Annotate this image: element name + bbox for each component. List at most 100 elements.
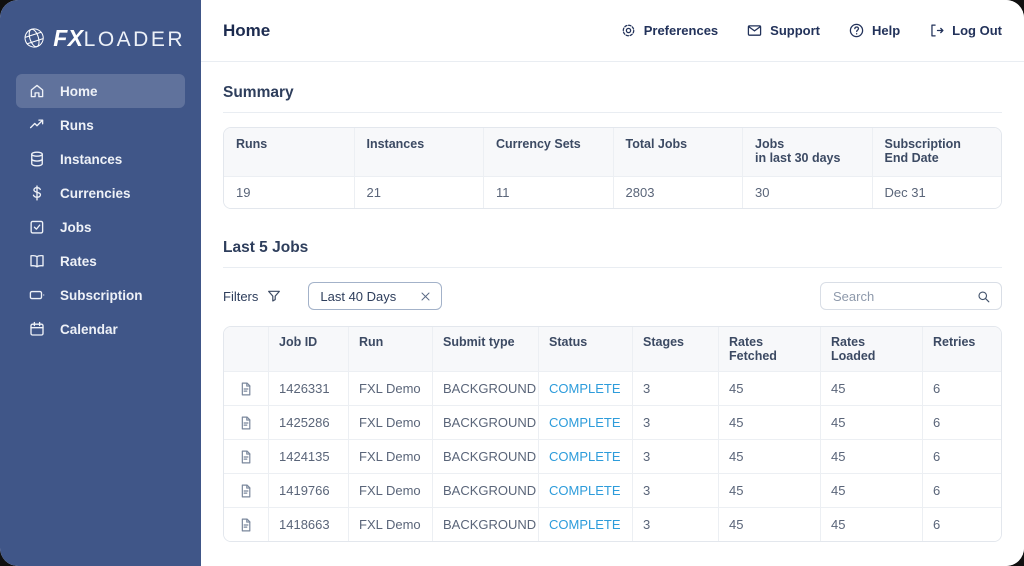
summary-col-header: Subscription End Date xyxy=(872,128,1002,176)
action-label: Preferences xyxy=(644,23,718,38)
job-status-link[interactable]: COMPLETE xyxy=(538,473,632,507)
logout-icon xyxy=(928,22,945,39)
job-stages-cell: 3 xyxy=(632,473,718,507)
job-doc-cell xyxy=(224,371,268,405)
action-label: Log Out xyxy=(952,23,1002,38)
job-rates-fetched-cell: 45 xyxy=(718,371,820,405)
job-retries-cell: 6 xyxy=(922,405,1002,439)
job-id-cell: 1426331 xyxy=(268,371,348,405)
filter-chip[interactable]: Last 40 Days xyxy=(308,282,442,310)
sidebar-item-home[interactable]: Home xyxy=(16,74,185,108)
search-input[interactable] xyxy=(831,288,976,305)
job-rates-loaded-cell: 45 xyxy=(820,371,922,405)
job-retries-cell: 6 xyxy=(922,371,1002,405)
sidebar-item-calendar[interactable]: Calendar xyxy=(16,312,185,346)
job-retries-cell: 6 xyxy=(922,439,1002,473)
jobs-table-wrap: Job IDRunSubmit typeStatusStagesRates Fe… xyxy=(223,326,1002,542)
table-row: 1425286FXL DemoBACKGROUNDCOMPLETE345456 xyxy=(224,405,1002,439)
brand-name: FX LOADER xyxy=(53,25,185,52)
summary-col-header: Instances xyxy=(354,128,484,176)
support-button[interactable]: Support xyxy=(746,22,820,39)
jobs-col-header: Stages xyxy=(632,327,718,371)
file-icon[interactable] xyxy=(238,381,254,397)
sidebar-item-currencies[interactable]: Currencies xyxy=(16,176,185,210)
action-label: Help xyxy=(872,23,900,38)
sidebar-item-runs[interactable]: Runs xyxy=(16,108,185,142)
app-window: FX LOADER HomeRunsInstancesCurrenciesJob… xyxy=(0,0,1024,566)
summary-table-wrap: RunsInstancesCurrency SetsTotal JobsJobs… xyxy=(223,127,1002,209)
sidebar-item-rates[interactable]: Rates xyxy=(16,244,185,278)
file-icon[interactable] xyxy=(238,449,254,465)
job-status-link[interactable]: COMPLETE xyxy=(538,405,632,439)
sidebar-item-label: Subscription xyxy=(60,288,143,303)
job-status-link[interactable]: COMPLETE xyxy=(538,439,632,473)
jobs-col-header: Status xyxy=(538,327,632,371)
sidebar-item-jobs[interactable]: Jobs xyxy=(16,210,185,244)
close-icon[interactable] xyxy=(419,290,432,303)
jobs-col-header: Retries xyxy=(922,327,1002,371)
summary-value-row: 192111280330Dec 31 xyxy=(224,176,1001,208)
job-submit-type-cell: BACKGROUND xyxy=(432,507,538,541)
job-rates-loaded-cell: 45 xyxy=(820,507,922,541)
file-icon[interactable] xyxy=(238,517,254,533)
table-row: 1426331FXL DemoBACKGROUNDCOMPLETE345456 xyxy=(224,371,1002,405)
file-icon[interactable] xyxy=(238,415,254,431)
main-panel: Home PreferencesSupportHelpLog Out Summa… xyxy=(201,0,1024,566)
funnel-icon[interactable] xyxy=(266,288,282,304)
topbar-actions: Preferences Support Help Log Out xyxy=(620,22,1002,39)
dollar-icon xyxy=(28,184,46,202)
job-rates-loaded-cell: 45 xyxy=(820,473,922,507)
job-rates-loaded-cell: 45 xyxy=(820,405,922,439)
gear-icon xyxy=(620,22,637,39)
summary-header-row: RunsInstancesCurrency SetsTotal JobsJobs… xyxy=(224,128,1001,176)
help-button[interactable]: Help xyxy=(848,22,900,39)
jobs-table: Job IDRunSubmit typeStatusStagesRates Fe… xyxy=(224,327,1002,541)
jobs-header-row: Job IDRunSubmit typeStatusStagesRates Fe… xyxy=(224,327,1002,371)
sidebar-item-label: Currencies xyxy=(60,186,131,201)
card-icon xyxy=(28,286,46,304)
job-run-cell: FXL Demo xyxy=(348,473,432,507)
job-id-cell: 1425286 xyxy=(268,405,348,439)
sidebar-item-subscription[interactable]: Subscription xyxy=(16,278,185,312)
globe-icon xyxy=(22,22,46,54)
job-run-cell: FXL Demo xyxy=(348,507,432,541)
envelope-icon xyxy=(746,22,763,39)
file-icon[interactable] xyxy=(238,483,254,499)
job-id-cell: 1419766 xyxy=(268,473,348,507)
summary-value: 2803 xyxy=(613,176,743,208)
sidebar-item-label: Jobs xyxy=(60,220,92,235)
brand-name-light: LOADER xyxy=(84,28,185,52)
job-id-cell: 1418663 xyxy=(268,507,348,541)
job-stages-cell: 3 xyxy=(632,507,718,541)
job-id-cell: 1424135 xyxy=(268,439,348,473)
jobs-section: Last 5 Jobs Filters Last 40 Days xyxy=(223,233,1002,542)
filter-chip-label: Last 40 Days xyxy=(320,289,396,304)
job-submit-type-cell: BACKGROUND xyxy=(432,439,538,473)
preferences-button[interactable]: Preferences xyxy=(620,22,718,39)
book-icon xyxy=(28,252,46,270)
job-rates-fetched-cell: 45 xyxy=(718,473,820,507)
summary-value: 30 xyxy=(742,176,872,208)
calendar-icon xyxy=(28,320,46,338)
job-rates-loaded-cell: 45 xyxy=(820,439,922,473)
job-retries-cell: 6 xyxy=(922,507,1002,541)
job-stages-cell: 3 xyxy=(632,405,718,439)
job-rates-fetched-cell: 45 xyxy=(718,439,820,473)
jobs-title: Last 5 Jobs xyxy=(223,233,1002,268)
brand-name-bold: FX xyxy=(53,25,83,52)
table-row: 1418663FXL DemoBACKGROUNDCOMPLETE345456 xyxy=(224,507,1002,541)
search-box xyxy=(820,282,1002,310)
sidebar-item-instances[interactable]: Instances xyxy=(16,142,185,176)
log-out-button[interactable]: Log Out xyxy=(928,22,1002,39)
jobs-col-header: Rates Fetched xyxy=(718,327,820,371)
summary-col-header: Currency Sets xyxy=(483,128,613,176)
jobs-col-header: Submit type xyxy=(432,327,538,371)
job-run-cell: FXL Demo xyxy=(348,371,432,405)
job-status-link[interactable]: COMPLETE xyxy=(538,371,632,405)
content: Summary RunsInstancesCurrency SetsTotal … xyxy=(201,62,1024,542)
search-icon[interactable] xyxy=(976,289,991,304)
jobs-col-header: Job ID xyxy=(268,327,348,371)
sidebar: FX LOADER HomeRunsInstances Currencies Job… xyxy=(0,0,201,566)
job-status-link[interactable]: COMPLETE xyxy=(538,507,632,541)
topbar: Home PreferencesSupportHelpLog Out xyxy=(201,0,1024,62)
